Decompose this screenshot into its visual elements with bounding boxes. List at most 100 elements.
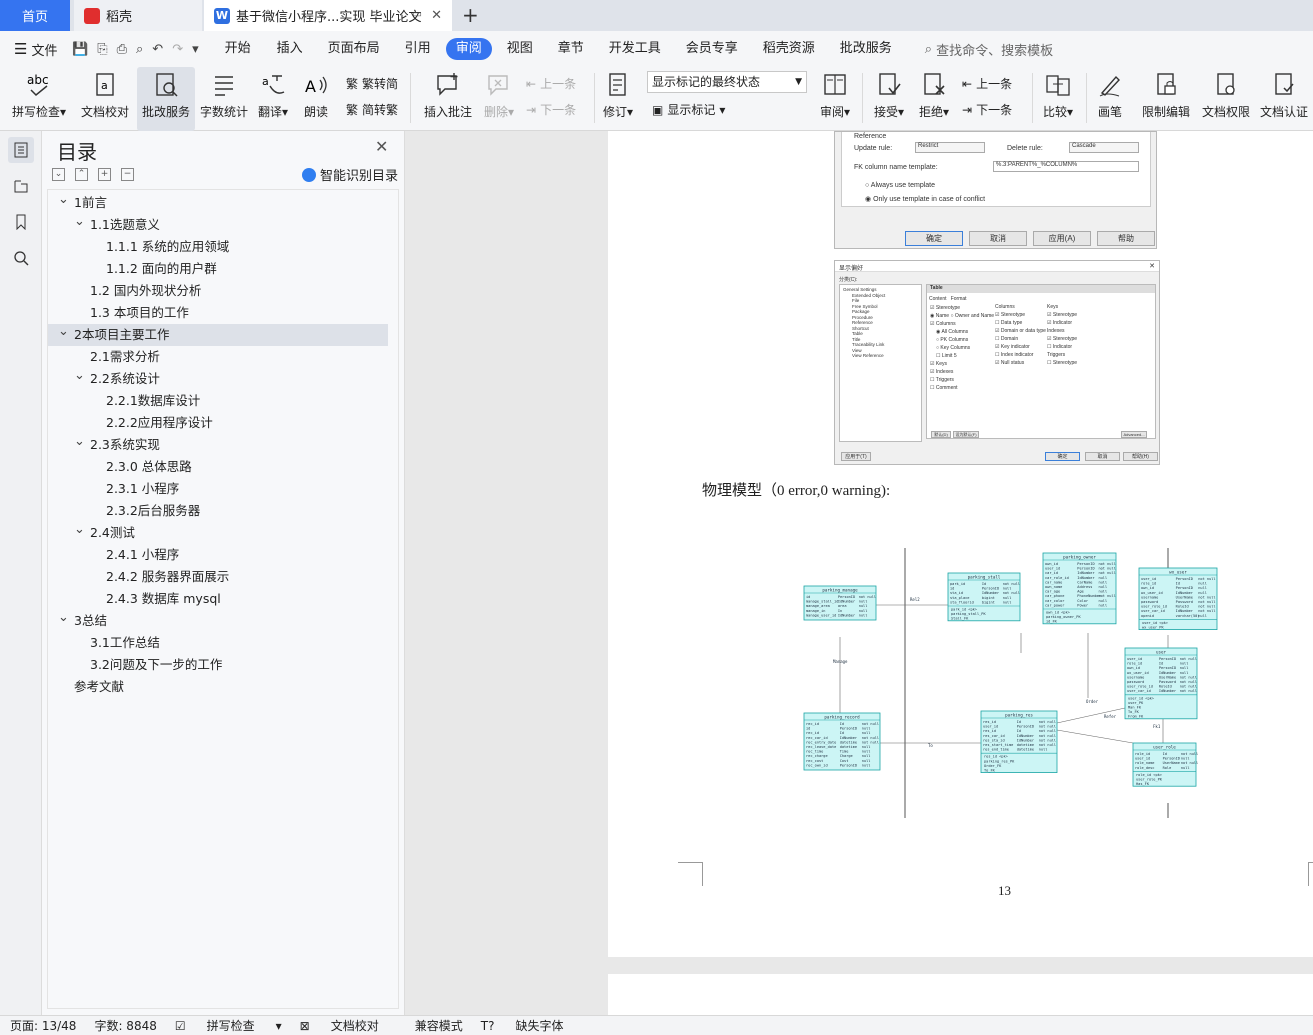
new-tab-icon[interactable]: + [462,3,479,27]
menu-item-2[interactable]: 页面布局 [318,38,390,60]
delete-comment-button[interactable]: 删除▾ [481,67,517,131]
chevron-down-icon[interactable]: ⌄ [74,431,90,453]
status-spell-check[interactable]: ☑ 拼写检查 ▾ [175,1017,282,1034]
menu-item-3[interactable]: 引用 [395,38,441,60]
next-change-button[interactable]: ⇥ 下一条 [962,101,1012,118]
menu-item-6[interactable]: 章节 [548,38,594,60]
toc-item[interactable]: 2.3.0 总体思路 [48,456,388,478]
track-changes-button[interactable]: 修订▾ [600,67,636,131]
toc-item[interactable]: ⌄ 3总结 [48,610,388,632]
compare-button[interactable]: 比较▾ [1038,67,1078,131]
toc-item[interactable]: 1.3 本项目的工作 [48,302,388,324]
search-icon[interactable] [8,245,34,271]
page-indicator[interactable]: 页面: 13/48 [10,1017,76,1034]
toc-item[interactable]: ⌄ 1前言 [48,192,388,214]
toc-item[interactable]: ⌄ 2.4测试 [48,522,388,544]
toc-item[interactable]: 3.1工作总结 [48,632,388,654]
show-markup-button[interactable]: ▣ 显示标记 ▾ [652,101,725,118]
proofread-button[interactable]: a 文档校对 [76,67,134,131]
chevron-down-icon[interactable]: ⌄ [74,365,90,387]
read-aloud-button[interactable]: A 朗读 [298,67,334,131]
restrict-editing-button[interactable]: 限制编辑 [1138,67,1194,131]
chapter-nav-icon[interactable] [8,173,34,199]
toc-item[interactable]: 2.2.1数据库设计 [48,390,388,412]
toc-item[interactable]: ⌄ 2本项目主要工作 [48,324,388,346]
toc-item[interactable]: ⌄ 1.1选题意义 [48,214,388,236]
menu-item-0[interactable]: 开始 [215,38,261,60]
toc-item[interactable]: 2.1需求分析 [48,346,388,368]
status-proofread[interactable]: ⊠ 文档校对 [300,1017,397,1034]
menu-item-8[interactable]: 会员专享 [676,38,748,60]
next-comment-button[interactable]: ⇥ 下一条 [526,101,576,118]
bookmark-icon[interactable] [8,209,34,235]
markup-state-dropdown[interactable]: 显示标记的最终状态 ▼ [647,71,807,93]
erd-text: rec_entry_date [806,740,836,744]
print-preview-icon[interactable]: ⌕ [136,42,143,57]
compat-mode[interactable]: 兼容模式 [415,1017,463,1034]
toc-item[interactable]: ⌄ 2.2系统设计 [48,368,388,390]
toc-item[interactable]: 2.4.2 服务器界面展示 [48,566,388,588]
customize-icon[interactable]: ▾ [192,42,199,57]
erd-text: rec_own_id [806,763,828,767]
toc-item[interactable]: ⌄ 2.3系统实现 [48,434,388,456]
smart-toc-button[interactable]: 智能识别目录 [302,165,398,184]
spell-check-button[interactable]: abc 拼写检查▾ [8,67,70,131]
toc-item[interactable]: 2.3.2后台服务器 [48,500,388,522]
chevron-down-icon[interactable]: ⌄ [74,211,90,233]
toc-item[interactable]: 2.2.2应用程序设计 [48,412,388,434]
menu-item-9[interactable]: 稻壳资源 [753,38,825,60]
expand-all-icon[interactable]: ⌄ [52,168,65,181]
menu-item-10[interactable]: 批改服务 [830,38,902,60]
doc-rights-button[interactable]: 文档权限 [1198,67,1254,131]
add-heading-icon[interactable]: + [98,168,111,181]
reject-button[interactable]: 拒绝▾ [915,67,953,131]
tab-home[interactable]: 首页 [0,0,70,31]
word-count[interactable]: 字数: 8848 [94,1017,156,1034]
chevron-down-icon[interactable]: ⌄ [58,321,74,343]
missing-font[interactable]: T? 缺失字体 [481,1017,582,1034]
to-traditional-button[interactable]: 繁繁转简 [346,75,398,92]
save-icon[interactable]: 💾 [72,42,88,57]
chevron-down-icon[interactable]: ⌄ [74,519,90,541]
to-simplified-button[interactable]: 繁简转繁 [346,101,398,118]
review-pane-button[interactable]: 审阅▾ [816,67,854,131]
toc-item[interactable]: 3.2问题及下一步的工作 [48,654,388,676]
close-tab-icon[interactable]: ✕ [431,8,442,23]
remove-heading-icon[interactable]: − [121,168,134,181]
tab-daoke[interactable]: 稻壳 [74,0,202,31]
toc-item[interactable]: 2.4.3 数据库 mysql [48,588,388,610]
print-icon[interactable]: ⎙ [117,42,127,57]
command-search[interactable]: ⌕ 查找命令、搜索模板 [925,40,1053,59]
checkbox-row: ☐ Limit 5 [936,353,957,359]
file-menu[interactable]: ☰ 文件 [0,40,72,59]
toc-item[interactable]: 2.3.1 小程序 [48,478,388,500]
toc-item[interactable]: 2.4.1 小程序 [48,544,388,566]
menu-item-7[interactable]: 开发工具 [599,38,671,60]
translate-button[interactable]: a 翻译▾ [254,67,292,131]
toc-item[interactable]: 1.1.2 面向的用户群 [48,258,388,280]
insert-comment-button[interactable]: 插入批注 [420,67,476,131]
pen-button[interactable]: 画笔 [1092,67,1128,131]
accept-button[interactable]: 接受▾ [870,67,908,131]
toc-item[interactable]: 参考文献 [48,676,388,698]
review-service-button[interactable]: 批改服务 [137,67,195,131]
export-pdf-icon[interactable]: ⎘ [97,42,107,57]
pin-icon[interactable]: ▭ [413,9,422,20]
undo-icon[interactable]: ↶ [152,42,163,57]
close-icon[interactable]: ✕ [375,137,388,156]
prev-comment-button[interactable]: ⇤ 上一条 [526,75,576,92]
collapse-all-icon[interactable]: ⌃ [75,168,88,181]
doc-cert-button[interactable]: 文档认证 [1256,67,1312,131]
chevron-down-icon[interactable]: ⌄ [58,189,74,211]
word-count-button[interactable]: 字数统计 [198,67,250,131]
toc-panel-icon[interactable] [8,137,34,163]
prev-change-button[interactable]: ⇤ 上一条 [962,75,1012,92]
chevron-down-icon[interactable]: ⌄ [58,607,74,629]
toc-item[interactable]: 1.1.1 系统的应用领域 [48,236,388,258]
toc-item[interactable]: 1.2 国内外现状分析 [48,280,388,302]
menu-item-4[interactable]: 审阅 [445,38,492,60]
menu-item-5[interactable]: 视图 [497,38,543,60]
tab-document[interactable]: W 基于微信小程序...实现 毕业论文 ▭ ✕ [204,0,452,31]
menu-item-1[interactable]: 插入 [267,38,313,60]
redo-icon[interactable]: ↷ [172,42,183,57]
